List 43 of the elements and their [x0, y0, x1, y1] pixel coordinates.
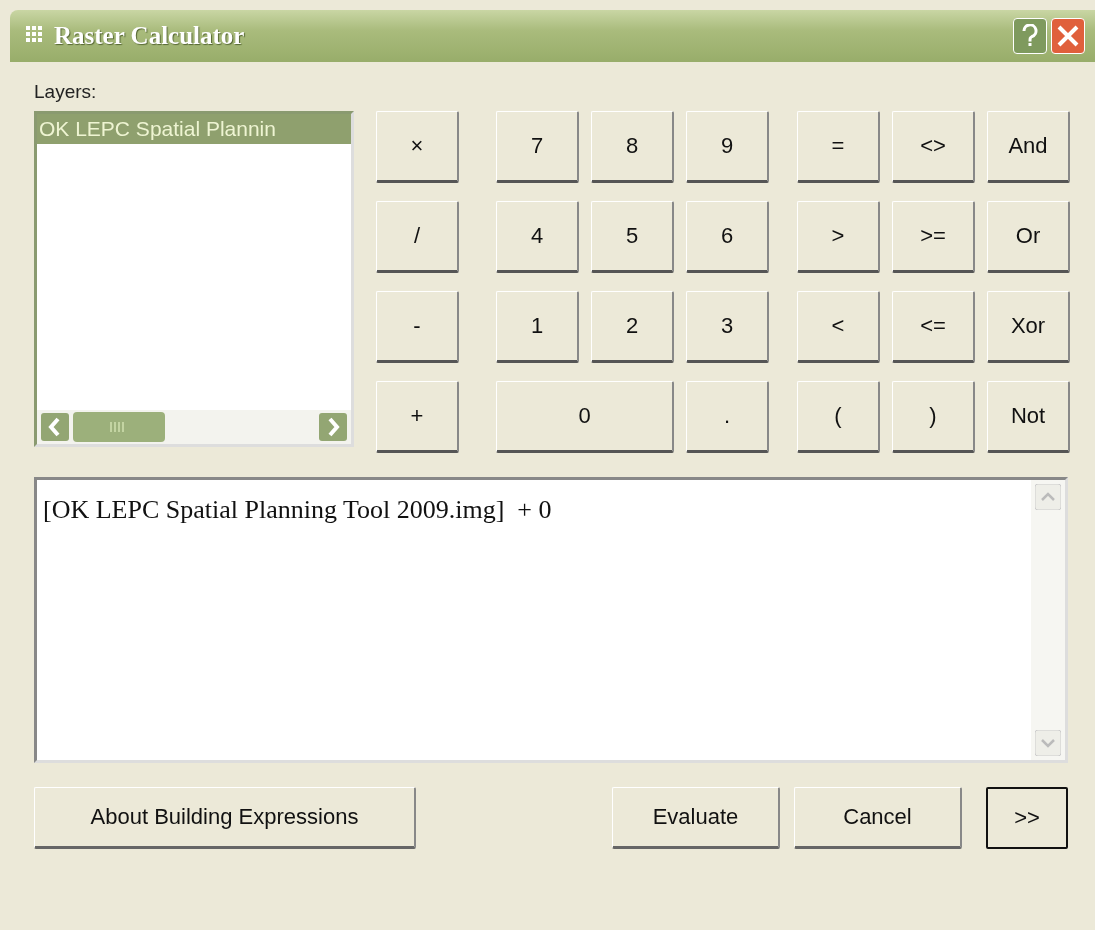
- digit-key[interactable]: 5: [591, 200, 674, 273]
- scroll-left-icon[interactable]: [41, 412, 69, 441]
- logic-key[interactable]: And: [987, 110, 1070, 183]
- scroll-up-icon[interactable]: [1035, 483, 1061, 510]
- help-link-button[interactable]: About Building Expressions: [34, 786, 416, 849]
- digit-key[interactable]: 0: [496, 380, 674, 453]
- operator-key[interactable]: -: [376, 290, 459, 363]
- logic-key[interactable]: >: [797, 200, 880, 273]
- window-title: Raster Calculator: [54, 21, 245, 52]
- logic-key[interactable]: Not: [987, 380, 1070, 453]
- digit-key[interactable]: 8: [591, 110, 674, 183]
- help-button[interactable]: [1013, 18, 1047, 54]
- help-icon: [1022, 24, 1038, 48]
- logic-key[interactable]: Xor: [987, 290, 1070, 363]
- logic-key[interactable]: =: [797, 110, 880, 183]
- digit-key[interactable]: 6: [686, 200, 769, 273]
- digit-key[interactable]: .: [686, 380, 769, 453]
- dialog-button[interactable]: Evaluate: [612, 786, 780, 849]
- digit-key[interactable]: 7: [496, 110, 579, 183]
- operator-key[interactable]: /: [376, 200, 459, 273]
- operator-key[interactable]: ×: [376, 110, 459, 183]
- digit-key[interactable]: 1: [496, 290, 579, 363]
- logic-key[interactable]: Or: [987, 200, 1070, 273]
- scroll-down-icon[interactable]: [1035, 729, 1061, 756]
- operator-key[interactable]: +: [376, 380, 459, 453]
- digit-key[interactable]: 9: [686, 110, 769, 183]
- expand-button[interactable]: >>: [986, 786, 1068, 849]
- close-button[interactable]: [1051, 18, 1085, 54]
- layers-label: Layers:: [34, 80, 98, 104]
- logic-key[interactable]: ): [892, 380, 975, 453]
- horizontal-scrollbar[interactable]: [37, 409, 351, 444]
- scroll-thumb[interactable]: [73, 411, 165, 442]
- digit-key[interactable]: 2: [591, 290, 674, 363]
- logic-key[interactable]: (: [797, 380, 880, 453]
- logic-key[interactable]: <: [797, 290, 880, 363]
- logic-key[interactable]: <>: [892, 110, 975, 183]
- dialog-button[interactable]: Cancel: [794, 786, 962, 849]
- close-icon: [1057, 25, 1079, 47]
- scroll-right-icon[interactable]: [319, 412, 347, 441]
- logic-key[interactable]: >=: [892, 200, 975, 273]
- logic-key[interactable]: <=: [892, 290, 975, 363]
- digit-key[interactable]: 3: [686, 290, 769, 363]
- digit-key[interactable]: 4: [496, 200, 579, 273]
